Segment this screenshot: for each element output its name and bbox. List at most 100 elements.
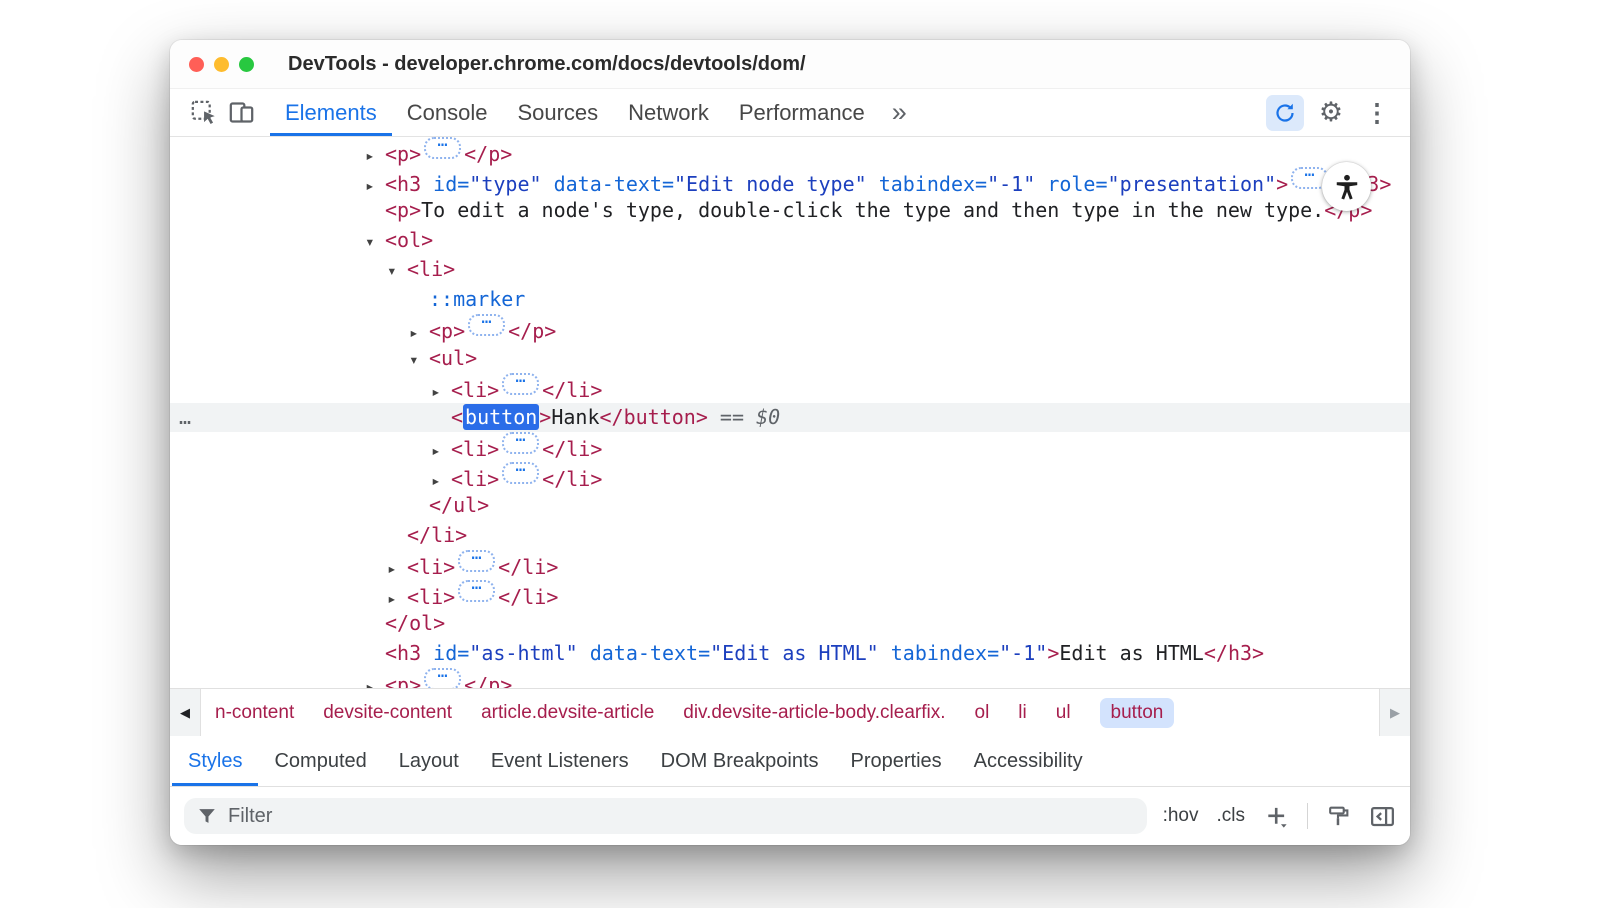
disclosure-arrow[interactable]: ▸ [365, 672, 385, 688]
accessibility-icon[interactable] [1322, 162, 1371, 211]
code-token: <li> [407, 585, 455, 609]
inline-expand-button[interactable]: ⋯ [424, 137, 461, 159]
crumb-li[interactable]: li [1018, 702, 1026, 724]
inline-expand-button[interactable]: ⋯ [468, 314, 505, 336]
rendering-emulations-icon[interactable] [1326, 804, 1351, 829]
code-token: < [451, 405, 463, 429]
dom-tree-row[interactable]: </li> [170, 521, 1410, 551]
toggle-element-state-button[interactable]: :hov [1163, 805, 1199, 827]
tab-elements[interactable]: Elements [270, 89, 392, 136]
tab-console[interactable]: Console [392, 89, 503, 136]
crumb-n-content[interactable]: n-content [215, 702, 294, 724]
code-token: </h3> [1204, 641, 1264, 665]
code-token: data-text= [554, 172, 674, 196]
dom-tree-row[interactable]: <h3 id="as-html" data-text="Edit as HTML… [170, 639, 1410, 669]
dom-tree-row[interactable]: </ol> [170, 609, 1410, 639]
disclosure-arrow[interactable]: ▾ [365, 227, 385, 257]
crumb-ol[interactable]: ol [975, 702, 990, 724]
inspect-element-icon[interactable] [184, 95, 222, 131]
code-token: </p> [464, 142, 512, 166]
code-token: <p> [429, 319, 465, 343]
styles-filter-actions: :hov .cls [1163, 803, 1396, 830]
breadcrumb-scroll-left-icon[interactable]: ◀ [170, 689, 201, 736]
breadcrumb-scroll-right-icon[interactable]: ▶ [1379, 689, 1410, 736]
indent-spacer [365, 337, 409, 338]
more-options-icon[interactable]: ⋮ [1358, 95, 1396, 131]
filter-input[interactable]: Filter [184, 798, 1147, 834]
code-token: <li> [451, 437, 499, 461]
dom-tree-row[interactable]: ▾<ul> [170, 344, 1410, 374]
tab-dom-breakpoints[interactable]: DOM Breakpoints [645, 736, 835, 786]
code-token: "Edit as HTML" [710, 641, 891, 665]
indent-spacer [365, 364, 409, 365]
dom-tree-row[interactable]: ▸<h3 id="type" data-text="Edit node type… [170, 167, 1410, 197]
code-token: "Edit node type" [674, 172, 879, 196]
dom-tree-row[interactable]: ▸<li>⋯</li> [170, 462, 1410, 492]
dom-tree-rows: ▸<p>⋯</p>▸<h3 id="type" data-text="Edit … [170, 137, 1410, 688]
zoom-button[interactable] [239, 57, 254, 72]
close-button[interactable] [189, 57, 204, 72]
dom-tree-row[interactable]: ▸<li>⋯</li> [170, 373, 1410, 403]
tab-layout[interactable]: Layout [383, 736, 475, 786]
tab-sources[interactable]: Sources [502, 89, 613, 136]
disclosure-arrow[interactable]: ▾ [409, 345, 429, 375]
dom-tree-row[interactable]: ::marker [170, 285, 1410, 315]
indent-spacer [365, 541, 387, 542]
tab-accessibility[interactable]: Accessibility [958, 736, 1099, 786]
dom-tree-row[interactable]: ▾<ol> [170, 226, 1410, 256]
toolbar-right-actions: ⚙ ⋮ [1266, 95, 1396, 131]
code-token: > [1276, 172, 1288, 196]
tab-computed[interactable]: Computed [258, 736, 382, 786]
tab-styles[interactable]: Styles [172, 736, 258, 786]
code-token: Hank [551, 405, 599, 429]
disclosure-arrow[interactable]: ▾ [387, 256, 407, 286]
crumb-div-devsite-article-body-clearfix[interactable]: div.devsite-article-body.clearfix. [683, 702, 945, 724]
crumb-ul[interactable]: ul [1056, 702, 1071, 724]
titlebar: DevTools - developer.chrome.com/docs/dev… [170, 40, 1410, 89]
code-token: </ul> [429, 493, 489, 517]
toggle-sidebar-icon[interactable] [1369, 803, 1396, 830]
row-more-actions-icon[interactable]: … [179, 403, 192, 433]
code-token: <ol> [385, 228, 433, 252]
inline-expand-button[interactable]: ⋯ [458, 550, 495, 572]
tab-event-listeners[interactable]: Event Listeners [475, 736, 645, 786]
dom-tree-row[interactable]: ▸<li>⋯</li> [170, 550, 1410, 580]
inline-expand-button[interactable]: ⋯ [458, 580, 495, 602]
dom-tree-row[interactable]: ▸<li>⋯</li> [170, 432, 1410, 462]
more-tabs-icon[interactable]: » [880, 97, 919, 128]
dom-tree-row[interactable]: </ul> [170, 491, 1410, 521]
inline-expand-button[interactable]: ⋯ [502, 373, 539, 395]
code-token: <ul> [429, 346, 477, 370]
code-token: To edit a node's type, double-click the … [421, 198, 1324, 222]
dom-tree-row[interactable]: ▸<p>⋯</p> [170, 668, 1410, 688]
inline-expand-button[interactable]: ⋯ [424, 668, 461, 688]
highlighted-feature-icon[interactable] [1266, 95, 1304, 131]
dom-tree-row[interactable]: …<button>Hank</button> == $0 [170, 403, 1410, 433]
code-token: "type" [469, 172, 553, 196]
inline-expand-button[interactable]: ⋯ [502, 432, 539, 454]
indent-spacer [365, 511, 409, 512]
dom-tree-row[interactable]: ▸<p>⋯</p> [170, 314, 1410, 344]
dom-tree-row[interactable]: ▸<li>⋯</li> [170, 580, 1410, 610]
code-token: > [1047, 641, 1059, 665]
devtools-window: DevTools - developer.chrome.com/docs/dev… [170, 40, 1410, 845]
dom-tree-row[interactable]: ▾<li> [170, 255, 1410, 285]
tab-network[interactable]: Network [613, 89, 724, 136]
code-token: </p> [464, 673, 512, 688]
device-toolbar-icon[interactable] [222, 95, 260, 131]
minimize-button[interactable] [214, 57, 229, 72]
crumb-button[interactable]: button [1100, 698, 1175, 728]
element-classes-button[interactable]: .cls [1217, 805, 1246, 827]
new-style-rule-button[interactable] [1263, 803, 1289, 829]
indent-spacer [365, 305, 409, 306]
code-token: </li> [498, 555, 558, 579]
inline-expand-button[interactable]: ⋯ [502, 462, 539, 484]
settings-icon[interactable]: ⚙ [1312, 95, 1350, 131]
code-token: <h3 [385, 641, 433, 665]
crumb-devsite-content[interactable]: devsite-content [323, 702, 452, 724]
dom-tree-row[interactable]: ▸<p>⋯</p> [170, 137, 1410, 167]
crumb-article-devsite-article[interactable]: article.devsite-article [481, 702, 654, 724]
dom-tree-row[interactable]: <p>To edit a node's type, double-click t… [170, 196, 1410, 226]
tab-performance[interactable]: Performance [724, 89, 880, 136]
tab-properties[interactable]: Properties [835, 736, 958, 786]
